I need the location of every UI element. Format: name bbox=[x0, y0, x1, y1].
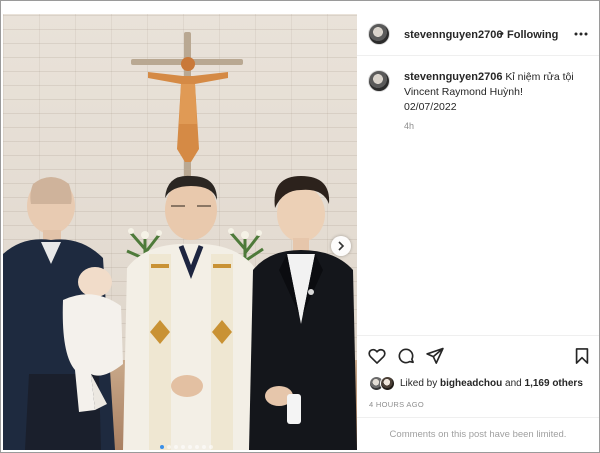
comments-limited-notice: Comments on this post have been limited. bbox=[357, 417, 599, 450]
paper-plane-icon[interactable] bbox=[425, 346, 445, 366]
carousel-dot[interactable] bbox=[160, 445, 164, 449]
post-details-panel: stevennguyen2706 • Following stevennguye… bbox=[357, 14, 599, 450]
caption-avatar[interactable] bbox=[368, 70, 390, 92]
author-avatar[interactable] bbox=[368, 23, 390, 45]
comment-bubble-icon[interactable] bbox=[396, 346, 416, 366]
carousel-dot[interactable] bbox=[202, 445, 206, 449]
person-left-holding-baby bbox=[3, 177, 123, 450]
person-right-tuxedo bbox=[249, 176, 357, 450]
instagram-post-window: stevennguyen2706 • Following stevennguye… bbox=[0, 0, 600, 453]
carousel-dot[interactable] bbox=[174, 445, 178, 449]
caption-username[interactable]: stevennguyen2706 bbox=[404, 71, 502, 83]
caption-text-line1: Kỉ niệm rửa tội bbox=[505, 71, 574, 83]
liked-by-user-link[interactable]: bigheadchou bbox=[440, 378, 502, 389]
crucifix-statue bbox=[148, 57, 228, 162]
carousel-dot[interactable] bbox=[188, 445, 192, 449]
person-priest bbox=[123, 175, 259, 450]
likes-middle: and bbox=[502, 378, 525, 389]
carousel-next-button[interactable] bbox=[331, 236, 351, 256]
chevron-right-icon bbox=[338, 241, 345, 251]
header-separator: • bbox=[500, 28, 504, 40]
caption-text-line2: Vincent Raymond Huỳnh! bbox=[404, 86, 523, 98]
carousel-dot[interactable] bbox=[181, 445, 185, 449]
author-username[interactable]: stevennguyen2706 bbox=[404, 29, 502, 41]
likes-summary: Liked by bigheadchou and 1,169 others bbox=[400, 378, 583, 389]
post-timestamp: 4 HOURS AGO bbox=[369, 400, 424, 409]
carousel-dot[interactable] bbox=[167, 445, 171, 449]
following-button[interactable]: Following bbox=[507, 29, 558, 41]
post-header: stevennguyen2706 • Following bbox=[357, 14, 599, 56]
carousel-dot[interactable] bbox=[195, 445, 199, 449]
post-actions: Liked by bigheadchou and 1,169 others 4 … bbox=[357, 335, 599, 417]
likes-count-link[interactable]: 1,169 others bbox=[525, 378, 583, 389]
heart-icon[interactable] bbox=[367, 346, 387, 366]
liked-by-avatars[interactable] bbox=[369, 376, 397, 392]
more-horizontal-icon[interactable] bbox=[573, 26, 589, 42]
post-caption: stevennguyen2706 Kỉ niệm rửa tội Vincent… bbox=[404, 70, 590, 115]
caption-date: 02/07/2022 bbox=[404, 101, 457, 113]
likes-prefix: Liked by bbox=[400, 378, 441, 389]
bookmark-icon[interactable] bbox=[572, 346, 592, 366]
post-photo[interactable] bbox=[3, 14, 357, 450]
carousel-dot[interactable] bbox=[209, 445, 213, 449]
caption-time-ago: 4h bbox=[404, 121, 415, 131]
carousel-indicator bbox=[160, 445, 213, 449]
